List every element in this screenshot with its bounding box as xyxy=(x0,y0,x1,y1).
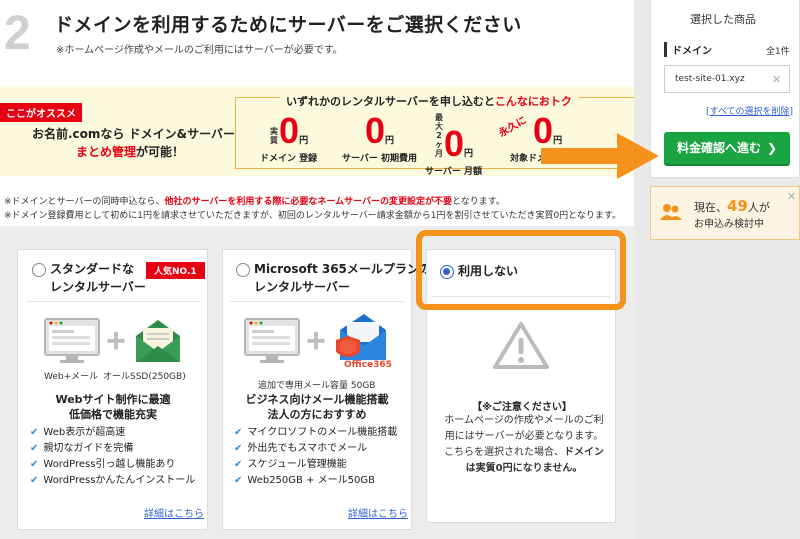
clear-selection: [すべての選択を削除] xyxy=(706,104,793,117)
viewers-line-1: 現在、49人が xyxy=(694,197,770,215)
plus-icon: + xyxy=(306,322,326,360)
feature-title-m365: ビジネス向けメール機能搭載 法人の方におすすめ xyxy=(230,392,404,422)
envelope-icon xyxy=(136,320,180,362)
feature-item: マイクロソフトのメール機能搭載 xyxy=(234,425,397,441)
bracket-close: ] xyxy=(789,107,794,117)
price-label: ドメイン 登録 xyxy=(260,154,318,164)
office365-brand: Office365 xyxy=(344,360,392,370)
card-title-line-2: レンタルサーバー xyxy=(254,280,350,294)
notice-title: 【※ご注意ください】 xyxy=(472,402,572,413)
price-value: 0 xyxy=(365,110,386,151)
price-heading-highlight: こんなにおトク xyxy=(494,95,572,108)
outlook-envelope-icon xyxy=(336,314,386,360)
notice-line-3: こちらを選択された場合、ドメイン xyxy=(440,445,608,461)
feature-item: スケジュール管理機能 xyxy=(234,457,397,473)
cart-heading: 選択した商品 xyxy=(690,13,756,26)
selection-highlight xyxy=(416,230,626,310)
promo-line-2-rest: が可能！ xyxy=(136,145,185,159)
cap-mail-capacity: 追加で専用メール容量 50GB xyxy=(258,381,376,391)
page-subtitle: ※ホームページ作成やメールのご利用にはサーバーが必要です。 xyxy=(56,45,343,56)
viewers-suffix: 人が xyxy=(747,201,770,214)
promo-line-2: まとめ管理が可能！ xyxy=(76,143,184,160)
viewers-line-2: お申込み検討中 xyxy=(694,219,764,230)
feature-list-m365: マイクロソフトのメール機能搭載 外出先でもスマホでメール スケジュール管理機能 … xyxy=(234,425,397,489)
monitor-icon xyxy=(44,318,100,363)
price-heading-text: いずれかのレンタルサーバーを申し込むと xyxy=(286,95,495,108)
feature-title-standard: Webサイト制作に最適 低価格で機能充実 xyxy=(26,392,200,422)
card-divider xyxy=(26,301,200,302)
price-domain-registration: 実質0円 ドメイン 登録 xyxy=(260,110,318,165)
cart-section-domain: ドメイン xyxy=(664,42,712,57)
price-label: サーバー 月額 xyxy=(425,167,483,177)
price-prefix: 最大2ヶ月 xyxy=(435,113,443,158)
card-divider xyxy=(230,301,404,302)
notice-line-4: は実質0円になりません。 xyxy=(465,463,583,474)
note-text-end: となります。 xyxy=(452,197,505,207)
note-highlight: 他社のサーバーを利用する際に必要なネームサーバーの変更設定が不要 xyxy=(164,197,453,207)
feature-line-1: Webサイト制作に最適 xyxy=(55,393,171,406)
feature-line-1: ビジネス向けメール機能搭載 xyxy=(245,393,389,406)
close-icon[interactable]: ✕ xyxy=(787,190,796,203)
price-value: 0 xyxy=(279,110,300,151)
remove-item-icon[interactable]: ✕ xyxy=(772,73,781,86)
feature-list-standard: Web表示が超高速 親切なガイドを完備 WordPress引っ越し機能あり Wo… xyxy=(30,425,195,489)
users-icon xyxy=(660,204,682,220)
card-title-line-2: レンタルサーバー xyxy=(50,280,146,294)
notice-line-3-text: こちらを選択された場合、 xyxy=(444,447,564,458)
proceed-to-pricing-button[interactable]: 料金確認へ進む ❯ xyxy=(664,132,790,164)
details-link-standard[interactable]: 詳細はこちら xyxy=(144,505,204,520)
promo-line-1: お名前.comなら ドメイン&サーバー の xyxy=(32,127,252,141)
price-unit: 円 xyxy=(464,149,474,159)
feature-item: 外出先でもスマホでメール xyxy=(234,441,397,457)
cap-ssd: オールSSD(250GB) xyxy=(103,372,186,382)
arrow-right-icon xyxy=(541,133,659,179)
price-label: サーバー 初期費用 xyxy=(342,154,418,164)
feature-item: 親切なガイドを完備 xyxy=(30,441,195,457)
price-unit: 円 xyxy=(299,136,309,146)
chevron-right-icon: ❯ xyxy=(766,141,778,155)
recommend-badge: ここがオススメ xyxy=(0,103,82,122)
price-prefix: 実質 xyxy=(270,127,279,145)
warning-icon xyxy=(493,322,549,369)
cart-count: 全1件 xyxy=(766,47,790,57)
radio-m365[interactable] xyxy=(236,263,250,277)
note-text: ※ドメインとサーバーの同時申込なら、 xyxy=(4,197,165,207)
price-value: 0 xyxy=(444,123,465,164)
details-link-m365[interactable]: 詳細はこちら xyxy=(348,505,408,520)
popular-ribbon: 人気NO.1 xyxy=(146,262,205,279)
notice-line-3-bold: ドメイン xyxy=(564,447,604,458)
plus-icon: + xyxy=(106,322,126,360)
feature-item: WordPress引っ越し機能あり xyxy=(30,457,195,473)
monitor-icon xyxy=(244,318,300,363)
feature-line-2: 法人の方におすすめ xyxy=(267,408,367,421)
promo-highlight: まとめ管理 xyxy=(76,145,137,159)
feature-line-2: 低価格で機能充実 xyxy=(69,408,157,421)
cta-label: 料金確認へ進む xyxy=(676,141,761,155)
step-number: 2 xyxy=(4,7,31,60)
viewers-prefix: 現在、 xyxy=(694,201,727,214)
clear-selection-link[interactable]: すべての選択を削除 xyxy=(710,107,790,117)
card-title-line-1: スタンダードな xyxy=(50,262,135,276)
price-server-monthly: 最大2ヶ月0円 サーバー 月額 xyxy=(425,113,482,177)
notice-line-1: ホームページの作成やメールのご利 xyxy=(444,415,604,426)
note-billing: ※ドメイン登録費用として初めに1円を請求させていただきますが、初回のレンタルサー… xyxy=(4,211,622,221)
feature-item: WordPressかんたんインストール xyxy=(30,473,195,489)
price-box-heading: いずれかのレンタルサーバーを申し込むとこんなにおトク xyxy=(280,93,578,109)
feature-item: Web表示が超高速 xyxy=(30,425,195,441)
note-nameserver: ※ドメインとサーバーの同時申込なら、他社のサーバーを利用する際に必要なネームサー… xyxy=(4,194,505,207)
card-title-m365: Microsoft 365メールプランの レンタルサーバー xyxy=(254,260,431,296)
price-unit: 円 xyxy=(385,136,395,146)
cap-web-mail: Web+メール xyxy=(44,372,99,382)
notice-body: ホームページの作成やメールのご利 用にはサーバーが必要となります。 こちらを選択… xyxy=(440,413,608,477)
viewers-count: 49 xyxy=(727,197,748,215)
card-title-standard: スタンダードな レンタルサーバー xyxy=(50,260,146,296)
radio-standard[interactable] xyxy=(32,263,46,277)
feature-item: Web250GB + メール50GB xyxy=(234,473,397,489)
notice-line-2: 用にはサーバーが必要となります。 xyxy=(444,431,604,442)
card-title-line-1: Microsoft 365メールプランの xyxy=(254,262,431,276)
page-title: ドメインを利用するためにサーバーをご選択ください xyxy=(54,14,522,36)
price-server-setup: 0円 サーバー 初期費用 xyxy=(342,110,418,165)
